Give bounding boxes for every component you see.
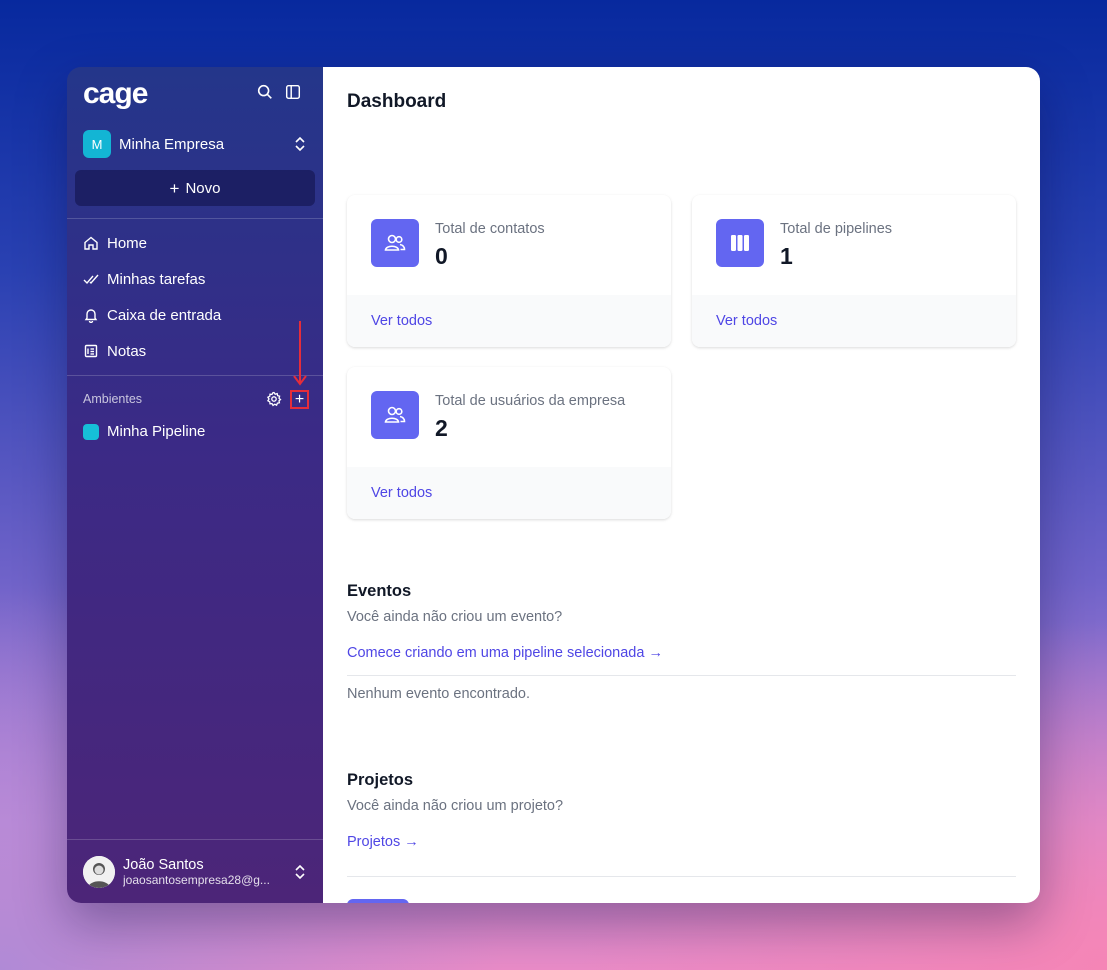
user-name: João Santos	[123, 857, 204, 873]
plus-icon: +	[169, 178, 180, 198]
sidebar-item-tasks[interactable]: Minhas tarefas	[83, 269, 205, 289]
stat-label: Total de usuários da empresa	[435, 393, 626, 409]
company-switcher[interactable]: M Minha Empresa	[83, 129, 307, 159]
sidebar-item-label: Caixa de entrada	[107, 306, 222, 324]
stat-label: Total de contatos	[435, 221, 545, 237]
bell-icon	[84, 309, 98, 323]
company-avatar: M	[83, 130, 111, 158]
sidebar-item-label: Notas	[107, 342, 147, 360]
new-button-label: Novo	[185, 179, 221, 197]
sidebar-divider	[67, 218, 323, 219]
user-menu[interactable]: João Santos joaosantosempresa28@g...	[83, 855, 307, 889]
sidebar: cage M Minha Empresa + Novo Home Minhas …	[67, 67, 323, 903]
sidebar-item-home[interactable]: Home	[83, 233, 147, 253]
users-icon	[371, 219, 419, 267]
card-footer: Ver todos	[347, 467, 671, 519]
app-logo: cage	[83, 77, 148, 110]
home-icon	[84, 236, 98, 250]
events-create-link[interactable]: Comece criando em uma pipeline seleciona…	[347, 645, 663, 661]
chevron-up-down-icon	[295, 864, 305, 880]
columns-icon	[716, 219, 764, 267]
projects-link[interactable]: Projetos →	[347, 834, 419, 850]
card-footer: Ver todos	[347, 295, 671, 347]
events-divider	[347, 675, 1016, 676]
card-footer: Ver todos	[692, 295, 1016, 347]
double-check-icon	[83, 274, 99, 285]
notes-icon	[84, 344, 98, 358]
annotation-arrow-icon	[293, 321, 307, 386]
partial-project-card	[347, 899, 409, 903]
sidebar-item-label: Minhas tarefas	[107, 270, 206, 288]
pipeline-color-swatch	[83, 423, 99, 440]
user-email: joaosantosempresa28@g...	[123, 873, 270, 887]
view-all-link[interactable]: Ver todos	[371, 313, 432, 329]
stat-card-pipelines: Total de pipelines 1 Ver todos	[692, 195, 1016, 347]
pipeline-label: Minha Pipeline	[107, 423, 206, 440]
sidebar-divider	[67, 839, 323, 840]
users-icon	[371, 391, 419, 439]
stat-card-contacts: Total de contatos 0 Ver todos	[347, 195, 671, 347]
sidebar-divider	[67, 375, 323, 376]
events-title: Eventos	[347, 582, 412, 600]
projects-subtitle: Você ainda não criou um projeto?	[347, 798, 564, 814]
chevron-up-down-icon	[295, 136, 305, 152]
sidebar-item-inbox[interactable]: Caixa de entrada	[83, 305, 221, 325]
app-window: cage M Minha Empresa + Novo Home Minhas …	[67, 67, 1040, 903]
events-empty-state: Nenhum evento encontrado.	[347, 686, 530, 702]
stat-value: 2	[435, 415, 448, 441]
stat-value: 0	[435, 243, 448, 269]
view-all-link[interactable]: Ver todos	[716, 313, 777, 329]
stat-card-users: Total de usuários da empresa 2 Ver todos	[347, 367, 671, 519]
stat-value: 1	[780, 243, 793, 269]
environments-section-title: Ambientes	[83, 392, 143, 406]
search-icon[interactable]	[256, 83, 274, 101]
avatar	[83, 856, 115, 888]
page-title: Dashboard	[347, 91, 447, 112]
events-subtitle: Você ainda não criou um evento?	[347, 609, 563, 625]
view-all-link[interactable]: Ver todos	[371, 485, 432, 501]
new-button[interactable]: + Novo	[75, 170, 315, 206]
sidebar-item-label: Home	[107, 234, 148, 252]
sidebar-toggle-icon[interactable]	[284, 83, 302, 101]
stat-label: Total de pipelines	[780, 221, 893, 237]
plus-icon: +	[294, 390, 305, 408]
projects-title: Projetos	[347, 771, 414, 789]
main-content: Dashboard Total de contatos 0 Ver todos …	[323, 67, 1040, 903]
projects-divider	[347, 876, 1016, 877]
add-environment-button[interactable]: +	[290, 390, 309, 409]
gear-icon[interactable]	[266, 391, 282, 407]
company-name: Minha Empresa	[119, 135, 225, 153]
sidebar-item-notes[interactable]: Notas	[83, 341, 146, 361]
sidebar-item-pipeline[interactable]: Minha Pipeline	[83, 423, 205, 440]
